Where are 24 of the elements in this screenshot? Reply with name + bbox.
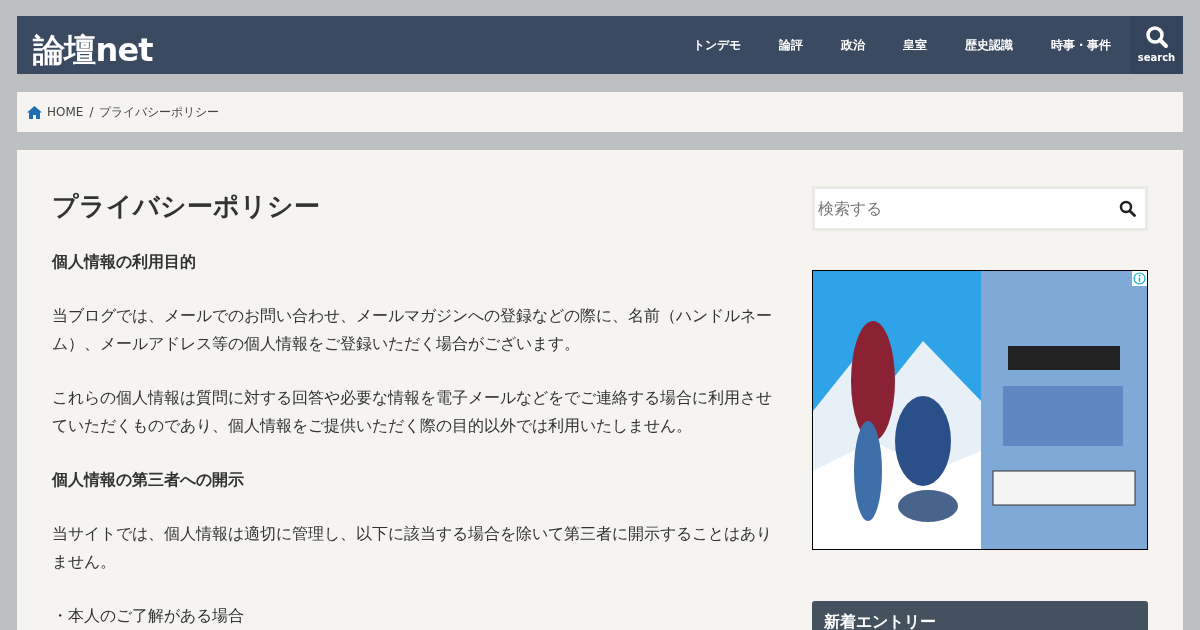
paragraph: 当ブログでは、メールでのお問い合わせ、メールマガジンへの登録などの際に、名前（ハンドルネーム）、メールアドレス等の個人情報をご登録いただく場合がございます。 (52, 305, 773, 355)
page-title: プライバシーポリシー (52, 190, 321, 223)
breadcrumb-separator: / (89, 104, 94, 121)
home-link[interactable]: HOME (47, 103, 84, 121)
nav-link[interactable]: 皇室 (884, 36, 946, 54)
paragraph: ・本人のご了解がある場合 (52, 605, 245, 627)
widget-title: 新着エントリー (824, 612, 936, 630)
section-heading: 個人情報の利用目的 (52, 251, 197, 273)
search-field[interactable]: 検索する (812, 186, 1148, 231)
section-heading: 個人情報の第三者への開示 (52, 469, 245, 491)
search-button[interactable]: search (1130, 16, 1183, 74)
nav-link[interactable]: 論評 (760, 36, 822, 54)
breadcrumb-current: プライバシーポリシー (99, 104, 220, 121)
nav-link[interactable]: トンデモ (674, 36, 760, 54)
info-icon[interactable] (1132, 271, 1147, 286)
search-icon (1144, 25, 1169, 49)
search-icon[interactable] (1119, 200, 1136, 217)
nav-link[interactable]: 政治 (822, 36, 884, 54)
paragraph: これらの個人情報は質問に対する回答や必要な情報を電子メールなどをでご連絡する場合に利用させていただくものであり、個人情報をご提供いただく際の目的以外では利用いたしません。 (52, 387, 773, 437)
site-logo[interactable]: 論壇net (33, 30, 153, 74)
home-icon (27, 105, 42, 119)
nav-link[interactable]: 時事・事件 (1032, 36, 1130, 54)
nav-link[interactable]: 歴史認識 (946, 36, 1032, 54)
paragraph: 当サイトでは、個人情報は適切に管理し、以下に該当する場合を除いて第三者に開示することはありません。 (52, 523, 773, 573)
